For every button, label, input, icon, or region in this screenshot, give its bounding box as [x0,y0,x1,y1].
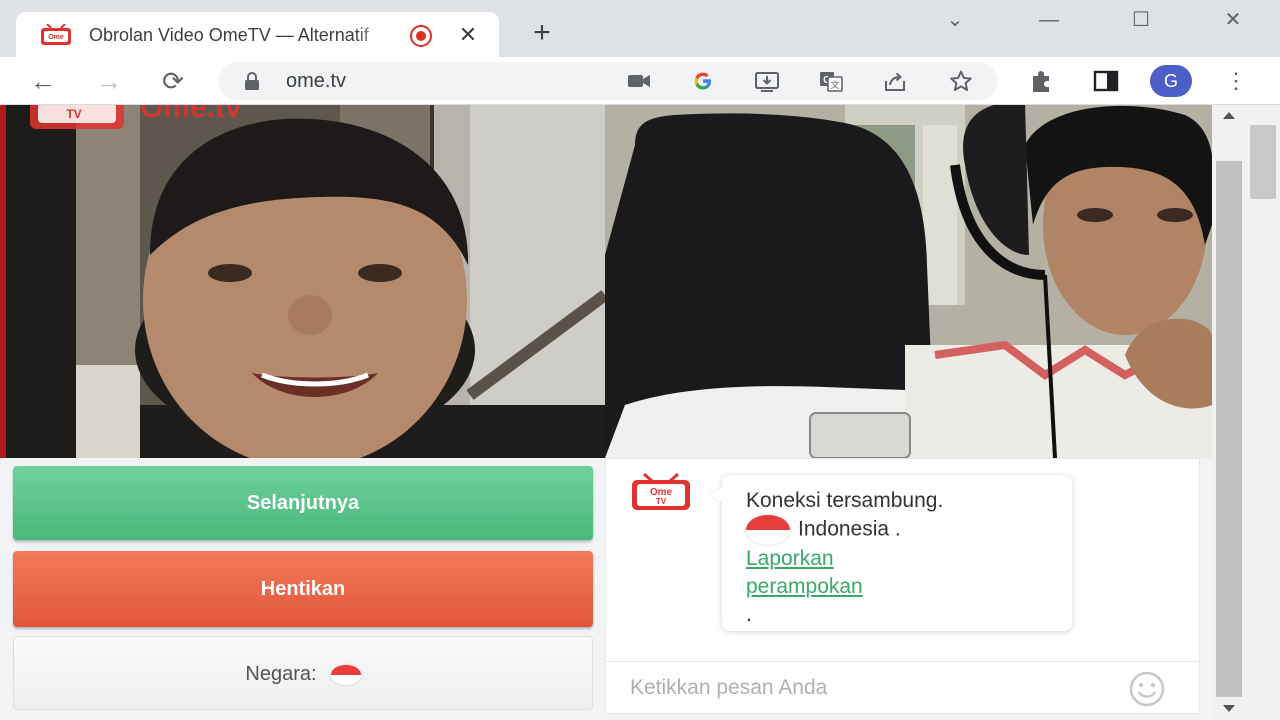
reload-button[interactable]: ⟳ [156,65,190,97]
tab-search-button[interactable]: ⌄ [932,6,978,36]
extensions-icon[interactable] [1028,67,1056,95]
scrollbar-track[interactable] [1216,161,1242,697]
translate-icon[interactable]: G 文 [818,69,844,93]
lock-icon [245,72,259,90]
ometv-page: TV Ome.tv Selanjutnya Hentikan Negara: O… [0,105,1212,720]
camera-icon[interactable] [626,69,652,93]
address-bar[interactable]: ome.tv G 文 [218,62,998,100]
share-icon[interactable] [882,69,908,93]
chat-input[interactable] [630,672,1110,704]
ometv-favicon-icon: Ome [41,24,71,45]
svg-text:文: 文 [830,79,839,91]
trailing-dot: . [746,603,752,626]
system-message: Koneksi tersambung. Indonesia . Laporkan… [722,475,1072,631]
partner-video [605,105,1212,458]
svg-text:Ome: Ome [48,34,64,41]
indonesia-flag-icon [746,515,790,545]
tab-title: Obrolan Video OmeTV — Alternatif [89,25,369,45]
country-selector[interactable]: Negara: [13,636,593,710]
back-button[interactable]: ← [26,65,60,97]
chat-panel: Ome TV Koneksi tersambung. Indonesia . L… [605,458,1200,714]
scroll-down-icon[interactable] [1222,703,1236,715]
local-video-frame: TV Ome.tv [0,105,605,458]
indonesia-flag-icon [330,664,361,685]
country-label: Negara: [245,663,317,685]
new-tab-button[interactable]: + [526,18,558,50]
svg-text:TV: TV [656,497,667,506]
maximize-button[interactable]: ☐ [1118,6,1164,36]
connected-text: Koneksi tersambung. [746,489,944,512]
country-name: Indonesia . [798,517,901,541]
sidepanel-icon[interactable] [1092,67,1120,95]
recording-icon [410,25,432,47]
tab-strip: Ome Obrolan Video OmeTV — Alternatif ✕ +… [0,0,1280,57]
chat-input-area [606,661,1199,713]
emoji-icon[interactable] [1128,670,1166,708]
url-text: ome.tv [286,70,347,92]
minimize-button[interactable]: — [1026,6,1072,36]
active-tab[interactable]: Ome Obrolan Video OmeTV — Alternatif ✕ [16,12,499,57]
page-scrollbar[interactable] [1212,105,1280,720]
browser-toolbar: ← → ⟳ ome.tv G 文 G ⋮ [0,57,1280,105]
svg-text:TV: TV [66,107,81,121]
ometv-logo-icon: Ome TV [632,473,690,510]
close-window-button[interactable]: ✕ [1210,6,1256,36]
report-link[interactable]: Laporkan perampokan [746,545,946,601]
next-button[interactable]: Selanjutnya [13,466,593,540]
stop-button[interactable]: Hentikan [13,551,593,627]
partner-video-frame [605,105,1212,458]
forward-button[interactable]: → [92,65,126,97]
tab-close-button[interactable]: ✕ [454,21,482,49]
profile-avatar[interactable]: G [1150,65,1192,97]
svg-text:Ome.tv: Ome.tv [140,105,242,124]
scrollbar-thumb[interactable] [1250,125,1276,199]
scroll-up-icon[interactable] [1222,109,1236,121]
google-icon[interactable] [690,69,716,93]
local-video: TV Ome.tv [0,105,605,458]
star-icon[interactable] [948,69,974,93]
install-icon[interactable] [754,69,780,93]
menu-icon[interactable]: ⋮ [1224,67,1248,95]
country-line: Indonesia . [746,515,1048,545]
